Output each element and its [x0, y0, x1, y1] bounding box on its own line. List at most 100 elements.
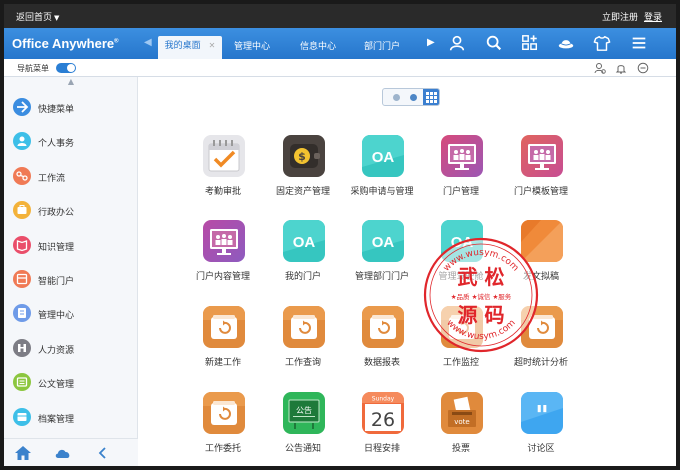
cloud-icon[interactable]	[54, 445, 72, 461]
page-dot[interactable]	[393, 94, 400, 101]
sidebar-item-label: 人力资源	[38, 345, 75, 356]
app-label: 超时统计分析	[513, 358, 568, 368]
app-tile[interactable]: " 讨论区	[501, 392, 581, 462]
scroll-up-icon[interactable]: ▲	[4, 77, 138, 89]
sidebar-item-label: 工作流	[38, 173, 66, 184]
sidebar-item[interactable]: 智能门户	[4, 263, 138, 297]
oa-icon: OA	[362, 220, 404, 262]
tab-my-desktop[interactable]: 我的桌面 ✕	[158, 36, 222, 59]
app-tile[interactable]: vote 投票	[421, 392, 501, 462]
app-tile[interactable]: 新建工作	[183, 306, 263, 376]
app-tile[interactable]: 考勤审批	[183, 135, 263, 205]
work-icon	[283, 306, 325, 348]
back-home-link[interactable]: 返回首页 ▼	[16, 10, 59, 23]
tab-department-portal[interactable]: 部门门户	[356, 37, 408, 59]
app-tile[interactable]: OA 采购申请与管理	[342, 135, 422, 205]
sidebar-item[interactable]: 个人事务	[4, 125, 138, 159]
view-switcher[interactable]	[382, 88, 440, 106]
grid-view-icon[interactable]	[423, 89, 439, 105]
sidebar-item-label: 知识管理	[38, 242, 75, 253]
apps-add-icon[interactable]	[521, 34, 543, 54]
page-dot-active[interactable]	[410, 94, 417, 101]
app-tile[interactable]: OA 管理部门门户	[342, 220, 422, 290]
chat-icon[interactable]	[637, 62, 649, 74]
svg-text:vote: vote	[454, 418, 469, 426]
sidebar-item[interactable]: 人力资源	[4, 332, 138, 366]
watermark-title-2: 源 码	[458, 303, 505, 327]
home-icon[interactable]	[14, 445, 32, 461]
tab-management-center[interactable]: 管理中心	[226, 37, 278, 59]
desktop-area: 考勤审批 $ 固定资产管理 OA 采购申请与管理 门户管理 门户模板管理门户内容管理 OA 我的…	[139, 77, 676, 466]
app-tile[interactable]: 工作委托	[183, 392, 263, 462]
bell-icon[interactable]	[615, 62, 627, 74]
register-link[interactable]: 立即注册	[602, 13, 638, 23]
sidebar-item-icon	[13, 373, 31, 392]
watermark-title-1: 武 松	[458, 265, 505, 289]
search-icon[interactable]	[485, 34, 507, 54]
sidebar-item-icon	[13, 166, 31, 185]
calendar-check-icon	[203, 135, 245, 177]
portal-icon	[441, 135, 483, 177]
sidebar-item-icon	[13, 201, 31, 220]
sidebar-item[interactable]: 工作流	[4, 160, 138, 194]
app-tile[interactable]: 门户管理	[421, 135, 501, 205]
app-tile[interactable]: 公告 公告通知	[263, 392, 343, 462]
sidebar-item-icon	[13, 304, 31, 323]
sidebar-item[interactable]: 快捷菜单	[4, 91, 138, 125]
app-tile[interactable]: OA 我的门户	[263, 220, 343, 290]
app-tile[interactable]: 工作查询	[263, 306, 343, 376]
app-window: 返回首页 ▼ 立即注册 登录 Office Anywhere® ◀ 我的桌面 ✕ 管理…	[4, 4, 676, 466]
login-link[interactable]: 登录	[644, 13, 662, 23]
svg-text:OA: OA	[293, 234, 316, 251]
tab-label: 我的桌面	[164, 41, 201, 51]
sidebar-item-icon	[13, 338, 31, 357]
tabs-prev-icon[interactable]: ◀	[144, 37, 152, 48]
app-tile[interactable]: 门户内容管理	[183, 220, 263, 290]
sidebar-item-label: 智能门户	[38, 277, 75, 287]
tabs-next-icon[interactable]: ▶	[427, 37, 435, 48]
svg-text:公告: 公告	[296, 405, 312, 415]
tab-info-center[interactable]: 信息中心	[292, 37, 344, 59]
work-icon	[203, 306, 245, 348]
work-icon	[203, 392, 245, 434]
user-icon[interactable]	[448, 34, 470, 54]
org-icon[interactable]	[594, 62, 606, 74]
main-header: Office Anywhere® ◀ 我的桌面 ✕ 管理中心 信息中心 部门门户 …	[4, 28, 676, 59]
app-tile[interactable]: Sunday 26 日程安排	[342, 392, 422, 462]
svg-text:OA: OA	[372, 149, 395, 166]
tab-label: 部门门户	[363, 42, 400, 52]
discussion-icon: "	[521, 392, 563, 434]
oa-icon: OA	[283, 220, 325, 262]
app-tile[interactable]: $ 固定资产管理	[263, 135, 343, 205]
sidebar-item-label: 个人事务	[38, 139, 75, 150]
sidebar-item-label: 快捷菜单	[38, 105, 75, 115]
close-icon[interactable]: ✕	[209, 41, 216, 50]
app-label: 新建工作	[204, 358, 241, 368]
wallet-icon: $	[283, 135, 325, 177]
sidebar-item[interactable]: 公文管理	[4, 366, 138, 400]
sidebar-item-icon	[13, 235, 31, 254]
caret-down-icon: ▼	[54, 14, 60, 22]
portal-template-icon	[521, 135, 563, 177]
sidebar-item-icon	[13, 407, 31, 426]
sidebar-item[interactable]: 档案管理	[4, 401, 138, 435]
sidebar-item-label: 公文管理	[38, 380, 75, 391]
sidebar-item-label: 行政办公	[38, 208, 75, 219]
back-home-label: 返回首页	[16, 13, 53, 23]
notice-board-icon: 公告	[283, 392, 325, 434]
app-tile[interactable]: 门户模板管理	[501, 135, 581, 205]
collapse-icon[interactable]	[94, 445, 112, 461]
app-label: 门户模板管理	[513, 187, 568, 197]
menu-icon[interactable]	[630, 34, 652, 54]
sidebar-item[interactable]: 知识管理	[4, 229, 138, 263]
shirt-icon[interactable]	[593, 34, 615, 54]
sidebar-item[interactable]: 管理中心	[4, 297, 138, 331]
app-tile[interactable]: 数据报表	[342, 306, 422, 376]
sidebar-item[interactable]: 行政办公	[4, 194, 138, 228]
sidebar-item-icon	[13, 132, 31, 151]
hat-icon[interactable]	[557, 34, 579, 54]
brand-name: Office Anywhere	[12, 36, 115, 51]
app-label: 工作监控	[442, 358, 479, 368]
nav-menu-toggle[interactable]	[56, 63, 76, 73]
watermark-slogan: ★品质 ★诚信 ★服务	[451, 292, 512, 301]
